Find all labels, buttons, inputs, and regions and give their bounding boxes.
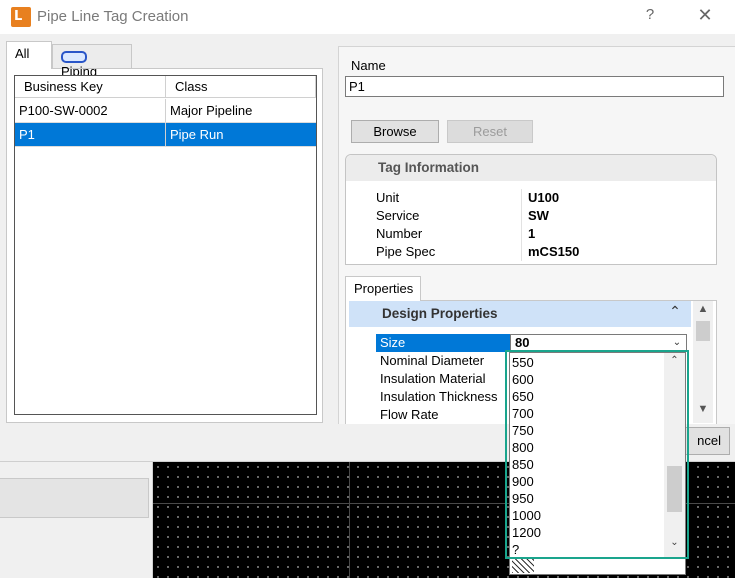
row-class: Pipe Run — [170, 127, 224, 142]
properties-scrollbar[interactable]: ▲ ▼ — [693, 301, 713, 423]
scroll-up-icon[interactable]: ▲ — [693, 303, 713, 315]
tag-info-key: Number — [352, 225, 522, 243]
close-button[interactable]: ✕ — [692, 5, 718, 29]
row-class: Major Pipeline — [170, 103, 253, 118]
name-input[interactable]: P1 — [345, 76, 724, 97]
tag-info-row: Unit U100 — [352, 189, 710, 207]
window-title: Pipe Line Tag Creation — [37, 8, 189, 25]
column-header-class[interactable]: Class — [166, 76, 316, 98]
help-button[interactable]: ? — [640, 6, 660, 28]
tag-info-value[interactable]: 1 — [528, 225, 535, 243]
tag-info-value[interactable]: SW — [528, 207, 549, 225]
property-key: Insulation Thickness — [380, 389, 498, 404]
column-header-business-key[interactable]: Business Key — [15, 76, 166, 98]
table-row-selected[interactable]: P1 Pipe Run — [15, 123, 316, 147]
business-key-grid: Business Key Class P100-SW-0002 Major Pi… — [14, 75, 317, 415]
table-row[interactable]: P100-SW-0002 Major Pipeline — [15, 99, 316, 123]
tag-info-key: Pipe Spec — [352, 243, 522, 261]
tag-info-key: Unit — [352, 189, 522, 207]
tag-info-key: Service — [352, 207, 522, 225]
design-properties-header[interactable]: Design Properties — [349, 301, 691, 327]
name-label: Name — [351, 58, 386, 73]
canvas-grid-line — [349, 462, 350, 578]
tab-piping[interactable]: Piping — [52, 44, 132, 79]
scroll-down-icon[interactable]: ▼ — [693, 403, 713, 415]
property-key: Nominal Diameter — [380, 353, 485, 368]
property-key: Size — [376, 334, 512, 352]
row-business-key: P1 — [15, 123, 166, 146]
row-business-key: P100-SW-0002 — [15, 99, 166, 122]
tag-information-header[interactable]: Tag Information — [346, 155, 716, 181]
tab-properties[interactable]: Properties — [345, 276, 421, 301]
background-tab[interactable] — [0, 478, 149, 518]
resize-grip-icon[interactable] — [512, 559, 534, 573]
tag-info-value[interactable]: mCS150 — [528, 243, 579, 261]
highlight-box — [505, 350, 689, 559]
pipe-icon — [61, 50, 87, 63]
resize-grip[interactable] — [509, 558, 686, 575]
scrollbar-thumb[interactable] — [696, 321, 710, 341]
property-key: Flow Rate — [380, 407, 439, 422]
chevron-up-icon[interactable]: ⌃ — [664, 303, 686, 323]
reset-button[interactable]: Reset — [447, 120, 533, 143]
tab-all[interactable]: All — [6, 41, 52, 69]
app-icon: L — [11, 7, 31, 27]
tag-info-row: Pipe Spec mCS150 — [352, 243, 710, 261]
browse-button[interactable]: Browse — [351, 120, 439, 143]
tag-info-row: Number 1 — [352, 225, 710, 243]
size-value: 80 — [515, 335, 530, 350]
app-icon-glyph: L — [14, 9, 23, 24]
property-key: Insulation Material — [380, 371, 486, 386]
tag-info-row: Service SW — [352, 207, 710, 225]
chevron-down-icon[interactable]: ⌄ — [668, 335, 686, 351]
background-side-panel — [0, 462, 153, 578]
tag-info-value[interactable]: U100 — [528, 189, 559, 207]
